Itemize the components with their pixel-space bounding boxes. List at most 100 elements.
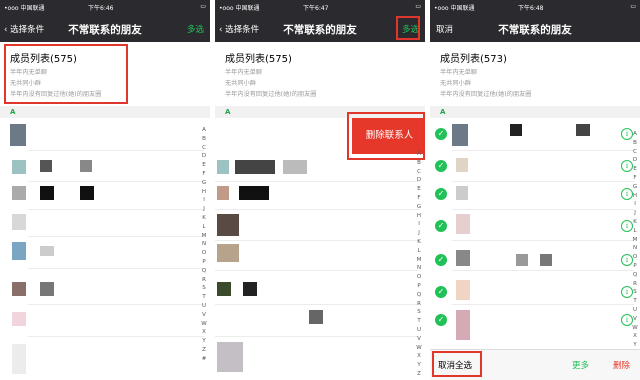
contact-avatar[interactable]	[456, 280, 470, 300]
index-letter[interactable]: C	[631, 148, 639, 157]
index-letter[interactable]: A	[415, 150, 423, 159]
index-letter[interactable]: D	[631, 156, 639, 165]
contact-avatar[interactable]	[12, 344, 26, 374]
index-letter[interactable]: K	[200, 214, 208, 223]
index-letter[interactable]: F	[631, 174, 639, 183]
contact-avatar[interactable]	[456, 250, 470, 266]
more-button[interactable]: 更多	[572, 359, 589, 371]
index-letter[interactable]: X	[415, 352, 423, 361]
index-letter[interactable]: M	[631, 236, 639, 245]
index-letter[interactable]: U	[200, 302, 208, 311]
index-letter[interactable]: K	[415, 238, 423, 247]
checkmark-icon[interactable]: ✓	[435, 220, 447, 232]
index-letter[interactable]: H	[200, 188, 208, 197]
index-letter[interactable]: Q	[631, 271, 639, 280]
multi-select-button[interactable]: 多选	[187, 23, 204, 35]
index-letter[interactable]: X	[631, 332, 639, 341]
index-letter[interactable]: Y	[415, 361, 423, 370]
checkmark-icon[interactable]: ✓	[435, 286, 447, 298]
index-letter[interactable]: R	[415, 300, 423, 309]
index-letter[interactable]: J	[200, 205, 208, 214]
contact-avatar[interactable]	[217, 214, 239, 236]
index-letter[interactable]: F	[415, 194, 423, 203]
contact-avatar[interactable]	[12, 242, 26, 260]
alphabet-index[interactable]: ABCDEFGHIJKLMNOPQRSTUVWXYZ#	[415, 150, 423, 380]
contact-avatar[interactable]	[10, 124, 26, 146]
index-letter[interactable]: A	[631, 130, 639, 139]
index-letter[interactable]: T	[200, 293, 208, 302]
index-letter[interactable]: Z	[415, 370, 423, 379]
index-letter[interactable]: H	[415, 212, 423, 221]
checkmark-icon[interactable]: ✓	[435, 254, 447, 266]
index-letter[interactable]: S	[631, 288, 639, 297]
index-letter[interactable]: X	[200, 328, 208, 337]
index-letter[interactable]: P	[200, 258, 208, 267]
delete-button[interactable]: 删除	[613, 359, 630, 371]
index-letter[interactable]: L	[200, 223, 208, 232]
index-letter[interactable]: J	[631, 209, 639, 218]
contact-avatar[interactable]	[12, 160, 26, 174]
index-letter[interactable]: E	[415, 185, 423, 194]
index-letter[interactable]: T	[415, 317, 423, 326]
checkmark-icon[interactable]: ✓	[435, 160, 447, 172]
index-letter[interactable]: M	[200, 232, 208, 241]
index-letter[interactable]: C	[415, 168, 423, 177]
alphabet-index[interactable]: ABCDEFGHIJKLMNOPQRSTUVWXYZ#	[200, 126, 208, 364]
index-letter[interactable]: O	[415, 273, 423, 282]
index-letter[interactable]: R	[200, 276, 208, 285]
index-letter[interactable]: G	[631, 183, 639, 192]
index-letter[interactable]: G	[415, 203, 423, 212]
index-letter[interactable]: #	[200, 355, 208, 364]
index-letter[interactable]: O	[631, 253, 639, 262]
index-letter[interactable]: D	[415, 176, 423, 185]
index-letter[interactable]: I	[415, 220, 423, 229]
index-letter[interactable]: W	[415, 344, 423, 353]
contact-avatar[interactable]	[12, 186, 26, 200]
index-letter[interactable]: L	[415, 247, 423, 256]
contact-avatar[interactable]	[217, 186, 229, 200]
index-letter[interactable]: Z	[200, 346, 208, 355]
contact-avatar[interactable]	[12, 214, 26, 230]
index-letter[interactable]: P	[631, 262, 639, 271]
contact-avatar[interactable]	[456, 214, 470, 234]
checkmark-icon[interactable]: ✓	[435, 314, 447, 326]
index-letter[interactable]: P	[415, 282, 423, 291]
contact-avatar[interactable]	[12, 312, 26, 326]
index-letter[interactable]: J	[415, 229, 423, 238]
contact-avatar[interactable]	[456, 158, 468, 172]
index-letter[interactable]: U	[415, 326, 423, 335]
index-letter[interactable]: N	[631, 244, 639, 253]
index-letter[interactable]: V	[415, 335, 423, 344]
contact-avatar[interactable]	[217, 244, 239, 262]
index-letter[interactable]: B	[415, 159, 423, 168]
contact-avatar[interactable]	[456, 186, 468, 200]
index-letter[interactable]: R	[631, 280, 639, 289]
checkmark-icon[interactable]: ✓	[435, 128, 447, 140]
index-letter[interactable]: E	[631, 165, 639, 174]
index-letter[interactable]: I	[200, 196, 208, 205]
contact-avatar[interactable]	[217, 282, 231, 296]
index-letter[interactable]: L	[631, 227, 639, 236]
index-letter[interactable]: Q	[200, 267, 208, 276]
index-letter[interactable]: V	[200, 311, 208, 320]
index-letter[interactable]: N	[200, 240, 208, 249]
index-letter[interactable]: B	[631, 139, 639, 148]
contact-avatar[interactable]	[456, 310, 470, 340]
index-letter[interactable]: Y	[200, 337, 208, 346]
index-letter[interactable]: K	[631, 218, 639, 227]
index-letter[interactable]: W	[631, 324, 639, 333]
index-letter[interactable]: E	[200, 161, 208, 170]
index-letter[interactable]: Q	[415, 291, 423, 300]
index-letter[interactable]: M	[415, 256, 423, 265]
index-letter[interactable]: G	[200, 179, 208, 188]
alphabet-index[interactable]: ABCDEFGHIJKLMNOPQRSTUVWXYZ#	[631, 130, 639, 368]
index-letter[interactable]: I	[631, 200, 639, 209]
index-letter[interactable]: N	[415, 264, 423, 273]
contact-avatar[interactable]	[12, 282, 26, 296]
index-letter[interactable]: W	[200, 320, 208, 329]
index-letter[interactable]: T	[631, 297, 639, 306]
index-letter[interactable]: A	[200, 126, 208, 135]
contact-avatar[interactable]	[452, 124, 468, 146]
checkmark-icon[interactable]: ✓	[435, 188, 447, 200]
index-letter[interactable]: O	[200, 249, 208, 258]
